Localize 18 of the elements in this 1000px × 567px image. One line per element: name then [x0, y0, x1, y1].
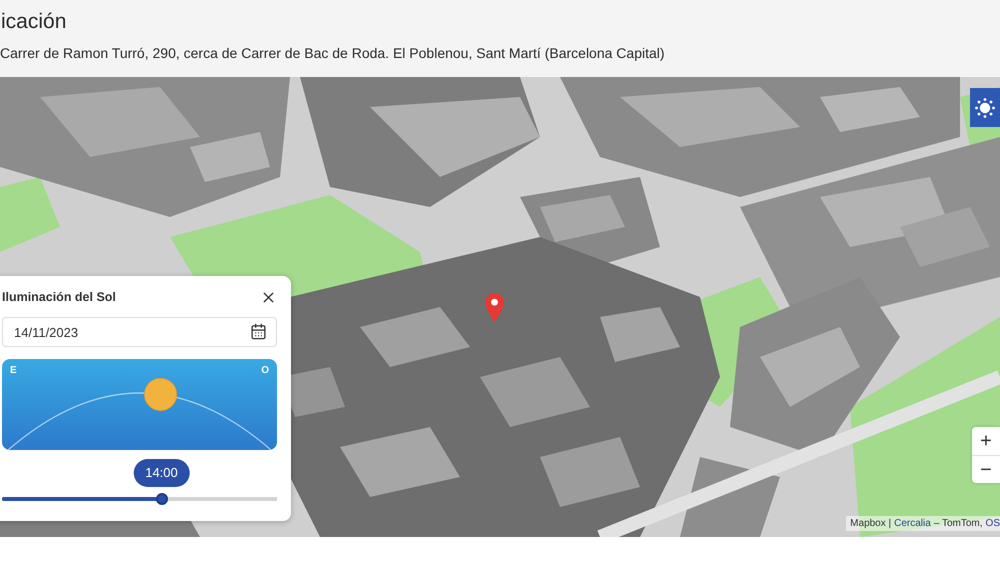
address-text: Carrer de Ramon Turró, 290, cerca de Carrer de Bac de Roda. El Poblenou, Sant Martí (Barcelona Capital) [0, 44, 665, 63]
east-label: E [10, 365, 17, 377]
calendar-icon[interactable] [250, 323, 267, 340]
sun-icon [975, 98, 995, 118]
slider-thumb[interactable] [156, 493, 168, 505]
time-value-label: 14:00 [133, 459, 190, 487]
zoom-out-button[interactable]: − [972, 455, 1000, 483]
date-field[interactable]: 14/11/2023 [2, 317, 277, 347]
attribution-link[interactable]: OS [986, 518, 1000, 529]
sun-toggle-button[interactable] [970, 88, 1000, 127]
zoom-in-button[interactable]: + [972, 427, 1000, 455]
page-title: icación [0, 9, 66, 35]
location-pin-icon [485, 293, 504, 322]
attribution-link[interactable]: Cercalia [894, 518, 931, 529]
attribution-text: – TomTom, [934, 518, 983, 529]
panel-title: Iluminación del Sol [2, 290, 116, 304]
attribution-text: Mapbox | [850, 518, 892, 529]
west-label: O [261, 365, 269, 377]
